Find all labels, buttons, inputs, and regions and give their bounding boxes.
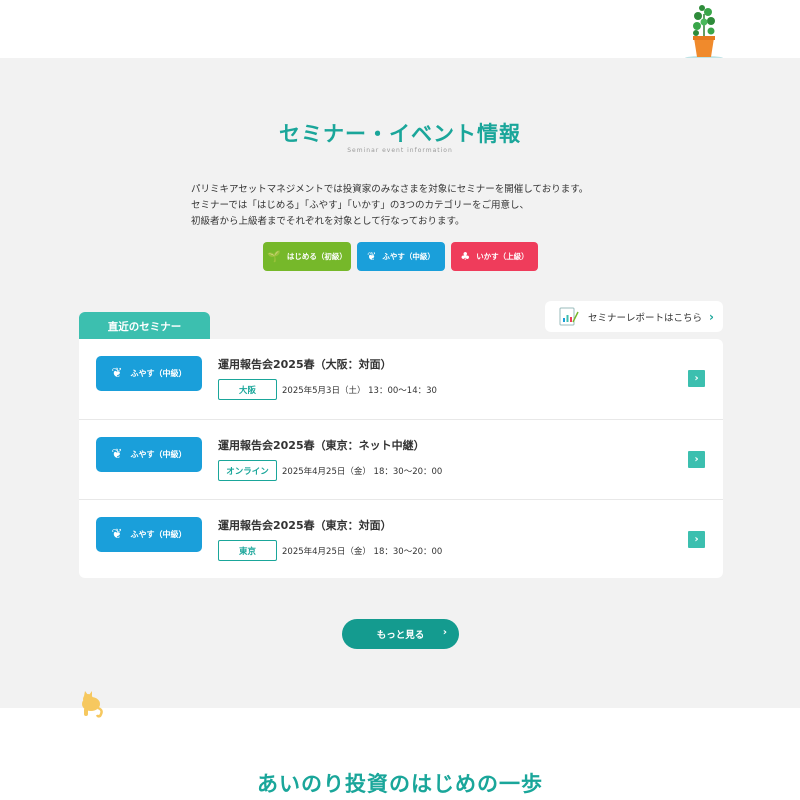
intro-text: パリミキアセットマネジメントでは投資家のみなさまを対象にセミナーを開催しておりま… bbox=[191, 182, 631, 230]
leaf-tree-icon: ❦ bbox=[367, 250, 377, 263]
location-tag: オンライン bbox=[218, 460, 277, 481]
next-section-title: あいのり投資のはじめの一歩 bbox=[257, 772, 543, 796]
more-button[interactable]: もっと見る › bbox=[342, 619, 459, 649]
event-title[interactable]: 運用報告会2025春（東京：ネット中継） bbox=[218, 437, 425, 453]
chevron-right-icon[interactable]: › bbox=[688, 370, 705, 387]
chevron-right-icon: › bbox=[442, 627, 447, 638]
page-title: セミナー・イベント情報 bbox=[279, 122, 521, 146]
tree-icon: ♣ bbox=[460, 250, 471, 263]
cat-icon bbox=[82, 691, 103, 718]
leaf-tree-icon: ❦ bbox=[111, 447, 123, 462]
category-badge: ❦ ふやす（中級） bbox=[96, 356, 202, 391]
top-band bbox=[0, 0, 800, 58]
list-item[interactable]: ❦ ふやす（中級） 運用報告会2025春（東京：対面） 東京 2025年4月25… bbox=[79, 499, 723, 579]
intro-line: パリミキアセットマネジメントでは投資家のみなさまを対象にセミナーを開催しておりま… bbox=[191, 184, 589, 195]
tab-recent-seminars[interactable]: 直近のセミナー bbox=[79, 312, 210, 340]
location-tag: 大阪 bbox=[218, 379, 277, 400]
event-title[interactable]: 運用報告会2025春（大阪：対面） bbox=[218, 356, 392, 372]
badge-label: ふやす（中級） bbox=[130, 450, 187, 459]
category-intermediate-button[interactable]: ❦ ふやす（中級） bbox=[357, 242, 445, 271]
category-badge: ❦ ふやす（中級） bbox=[96, 437, 202, 472]
category-badge: ❦ ふやす（中級） bbox=[96, 517, 202, 552]
report-link-label: セミナーレポートはこちら bbox=[588, 312, 703, 324]
list-item[interactable]: ❦ ふやす（中級） 運用報告会2025春（東京：ネット中継） オンライン 202… bbox=[79, 419, 723, 499]
report-document-icon bbox=[559, 307, 579, 325]
list-item[interactable]: ❦ ふやす（中級） 運用報告会2025春（大阪：対面） 大阪 2025年5月3日… bbox=[79, 339, 723, 419]
location-tag: 東京 bbox=[218, 540, 277, 561]
category-label: いかす（上級） bbox=[476, 252, 529, 261]
chevron-right-icon[interactable]: › bbox=[688, 451, 705, 468]
sprout-icon: 🌱 bbox=[267, 250, 281, 263]
chevron-right-icon[interactable]: › bbox=[688, 531, 705, 548]
badge-label: ふやす（中級） bbox=[130, 369, 187, 378]
leaf-tree-icon: ❦ bbox=[111, 366, 123, 381]
event-datetime: 2025年5月3日（土） 13：00〜14：30 bbox=[282, 386, 437, 396]
event-datetime: 2025年4月25日（金） 18：30〜20：00 bbox=[282, 547, 443, 557]
category-beginner-button[interactable]: 🌱 はじめる（初級） bbox=[263, 242, 351, 271]
seminar-list: ❦ ふやす（中級） 運用報告会2025春（大阪：対面） 大阪 2025年5月3日… bbox=[79, 339, 723, 578]
category-advanced-button[interactable]: ♣ いかす（上級） bbox=[451, 242, 538, 271]
chevron-right-icon: › bbox=[709, 309, 714, 324]
page-subtitle: Seminar event information bbox=[347, 147, 453, 154]
potted-plant-icon bbox=[685, 5, 723, 60]
category-label: ふやす（中級） bbox=[382, 252, 435, 261]
leaf-tree-icon: ❦ bbox=[111, 527, 123, 542]
badge-label: ふやす（中級） bbox=[130, 530, 187, 539]
category-label: はじめる（初級） bbox=[286, 252, 347, 261]
event-datetime: 2025年4月25日（金） 18：30〜20：00 bbox=[282, 467, 443, 477]
more-button-label: もっと見る bbox=[376, 630, 425, 641]
intro-line: セミナーでは「はじめる」「ふやす」「いかす」の3つのカテゴリーをご用意し、 bbox=[191, 200, 529, 211]
intro-line: 初級者から上級者までそれぞれを対象として行なっております。 bbox=[191, 216, 465, 227]
seminar-report-link[interactable]: セミナーレポートはこちら › bbox=[545, 301, 723, 332]
event-title[interactable]: 運用報告会2025春（東京：対面） bbox=[218, 517, 392, 533]
